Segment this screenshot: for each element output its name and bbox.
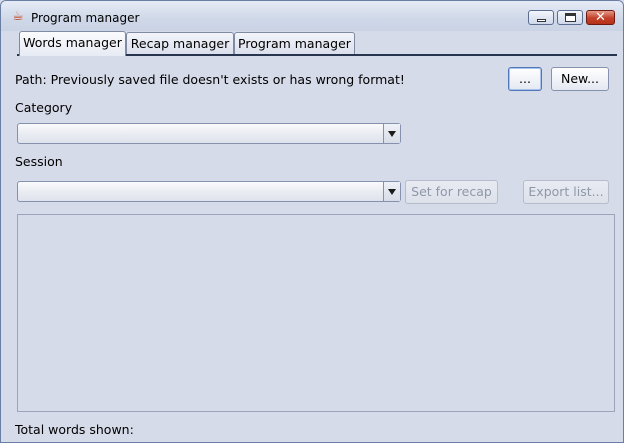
- browse-button[interactable]: ...: [508, 67, 542, 91]
- chevron-down-icon: [388, 131, 396, 137]
- path-status-text: Path: Previously saved file doesn't exis…: [15, 72, 405, 87]
- tab-label: Program manager: [238, 36, 351, 51]
- minimize-button[interactable]: [528, 10, 554, 25]
- category-label: Category: [15, 100, 73, 115]
- tab-label: Words manager: [23, 35, 122, 50]
- window-title: Program manager: [31, 11, 140, 25]
- dropdown-arrow[interactable]: [383, 124, 400, 143]
- maximize-icon: [565, 13, 576, 22]
- tab-label: Recap manager: [130, 36, 230, 51]
- category-dropdown[interactable]: [17, 123, 401, 144]
- tab-program-manager[interactable]: Program manager: [234, 32, 355, 54]
- new-file-button[interactable]: New...: [551, 67, 609, 91]
- set-for-recap-button[interactable]: Set for recap: [405, 180, 498, 204]
- close-icon: ✕: [595, 10, 606, 25]
- tab-bar: Words manager Recap manager Program mana…: [1, 31, 623, 56]
- tab-recap-manager[interactable]: Recap manager: [126, 32, 234, 54]
- session-dropdown[interactable]: [17, 181, 401, 202]
- close-button[interactable]: ✕: [586, 10, 615, 25]
- session-label: Session: [15, 154, 63, 169]
- export-list-button[interactable]: Export list...: [523, 180, 609, 204]
- tab-words-manager[interactable]: Words manager: [19, 31, 126, 56]
- chevron-down-icon: [388, 189, 396, 195]
- title-bar[interactable]: ☕ Program manager ✕: [1, 1, 623, 31]
- words-list-area[interactable]: [17, 214, 615, 412]
- java-cup-icon: ☕: [12, 9, 24, 24]
- total-words-label: Total words shown:: [15, 422, 134, 437]
- minimize-icon: [537, 19, 546, 22]
- application-window: ☕ Program manager ✕ Words manager Recap …: [0, 0, 624, 443]
- maximize-button[interactable]: [557, 10, 583, 25]
- dropdown-arrow[interactable]: [383, 182, 400, 201]
